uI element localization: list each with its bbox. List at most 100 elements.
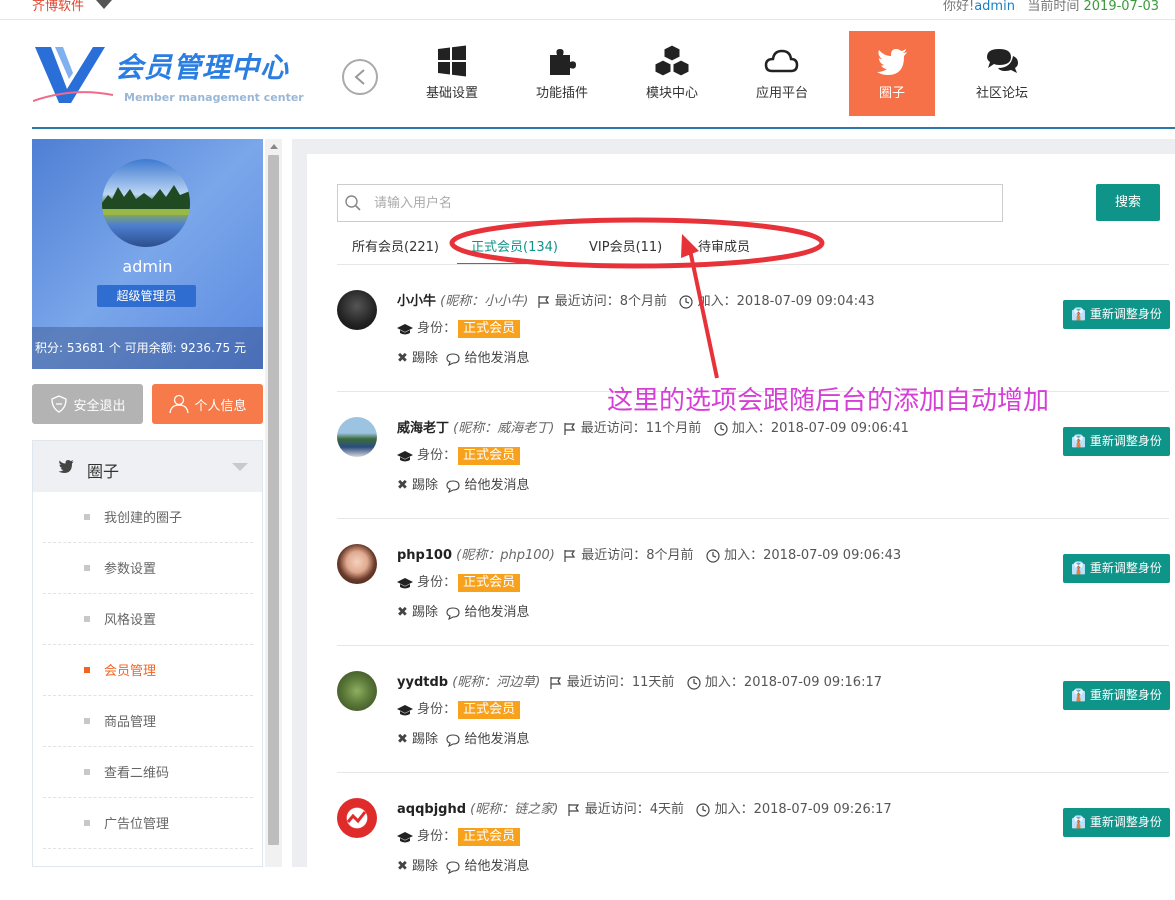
nav-item-circle[interactable]: 圈子 bbox=[849, 31, 935, 116]
bullet-icon bbox=[84, 718, 90, 724]
member-avatar[interactable] bbox=[337, 671, 377, 711]
message-link[interactable]: 给他发消息 bbox=[446, 478, 529, 493]
last-visit-value: 11天前 bbox=[631, 675, 675, 690]
brand-link[interactable]: 齐博软件 bbox=[32, 0, 84, 14]
graduation-cap-icon bbox=[397, 831, 413, 842]
kick-link[interactable]: ✖ 踢除 bbox=[397, 478, 438, 493]
member-name[interactable]: 威海老丁 bbox=[397, 421, 449, 436]
profile-name: admin bbox=[122, 257, 173, 276]
nav-item-plugins[interactable]: 功能插件 bbox=[519, 31, 605, 116]
kick-link[interactable]: ✖ 踢除 bbox=[397, 732, 438, 747]
adjust-role-button[interactable]: 👔 重新调整身份 bbox=[1063, 808, 1170, 837]
sidebar-item-params[interactable]: 参数设置 bbox=[43, 543, 253, 594]
last-visit-label: 最近访问： bbox=[584, 802, 650, 817]
bullet-icon bbox=[84, 820, 90, 826]
nav-label: 模块中心 bbox=[645, 86, 698, 101]
member-row: 小小牛 (昵称：小小牛) 最近访问：8个月前 加入：2018-07-09 09:… bbox=[337, 265, 1170, 392]
adjust-label: 重新调整身份 bbox=[1089, 561, 1162, 575]
member-avatar[interactable] bbox=[337, 290, 377, 330]
nav-item-modules[interactable]: 模块中心 bbox=[629, 31, 715, 116]
member-name[interactable]: aqqbjghd bbox=[397, 802, 466, 817]
chevron-left-icon bbox=[354, 69, 365, 85]
logout-label: 安全退出 bbox=[73, 398, 126, 414]
adjust-label: 重新调整身份 bbox=[1089, 815, 1162, 829]
menu-header[interactable]: 圈子 bbox=[33, 441, 262, 492]
search-box[interactable] bbox=[337, 184, 1003, 222]
sidebar-item-label: 查看二维码 bbox=[104, 766, 170, 781]
nav-label: 应用平台 bbox=[755, 86, 808, 101]
back-button[interactable] bbox=[342, 59, 378, 95]
kick-label: 踢除 bbox=[412, 605, 439, 620]
search-input[interactable] bbox=[374, 185, 994, 221]
message-link[interactable]: 给他发消息 bbox=[446, 351, 529, 366]
role-badge: 正式会员 bbox=[458, 574, 521, 592]
member-avatar[interactable] bbox=[337, 544, 377, 584]
sidebar-item-label: 会员管理 bbox=[104, 664, 157, 679]
logo-title: 会员管理中心 bbox=[115, 51, 290, 84]
nav-item-forum[interactable]: 社区论坛 bbox=[959, 31, 1045, 116]
logout-button[interactable]: 安全退出 bbox=[32, 384, 143, 424]
chevron-down-icon[interactable] bbox=[96, 0, 112, 9]
sidebar-item-qrcode[interactable]: 查看二维码 bbox=[43, 747, 253, 798]
member-info: yydtdb (昵称：河边草) 最近访问：11天前 加入：2018-07-09 … bbox=[397, 671, 882, 690]
member-avatar[interactable] bbox=[337, 798, 377, 838]
member-nickname: (昵称：php100) bbox=[456, 548, 555, 563]
logo[interactable]: 会员管理中心 Member management center bbox=[32, 43, 304, 109]
adjust-role-button[interactable]: 👔 重新调整身份 bbox=[1063, 300, 1170, 329]
last-visit-label: 最近访问： bbox=[581, 548, 647, 563]
kick-link[interactable]: ✖ 踢除 bbox=[397, 351, 438, 366]
sidebar-item-my-circles[interactable]: 我创建的圈子 bbox=[43, 492, 253, 543]
adjust-role-button[interactable]: 👔 重新调整身份 bbox=[1063, 427, 1170, 456]
bullet-icon bbox=[84, 616, 90, 622]
joined-label: 加入： bbox=[724, 548, 764, 563]
sidebar-item-members[interactable]: 会员管理 bbox=[43, 645, 253, 696]
sidebar-item-label: 广告位管理 bbox=[104, 817, 170, 832]
last-visit-value: 8个月前 bbox=[646, 548, 694, 563]
member-name[interactable]: yydtdb bbox=[397, 675, 448, 690]
member-avatar[interactable] bbox=[337, 417, 377, 457]
sidebar-scrollbar[interactable] bbox=[265, 139, 282, 867]
close-icon: ✖ bbox=[397, 732, 408, 747]
profile-card: admin 超级管理员 积分: 53681 个 可用余额: 9236.75 元 bbox=[32, 139, 263, 369]
scroll-up-icon[interactable] bbox=[270, 144, 278, 149]
sidebar-item-products[interactable]: 商品管理 bbox=[43, 696, 253, 747]
member-identity: 身份： 正式会员 bbox=[397, 571, 521, 592]
member-name[interactable]: 小小牛 bbox=[397, 294, 436, 309]
member-row: php100 (昵称：php100) 最近访问：8个月前 加入：2018-07-… bbox=[337, 519, 1170, 646]
greeting-prefix: 你好! bbox=[943, 0, 975, 14]
nav-item-app-platform[interactable]: 应用平台 bbox=[739, 31, 825, 116]
bullet-icon bbox=[84, 769, 90, 775]
bullet-icon bbox=[84, 565, 90, 571]
chevron-down-icon[interactable] bbox=[232, 463, 248, 471]
nav-item-basic-settings[interactable]: 基础设置 bbox=[409, 31, 495, 116]
puzzle-icon bbox=[550, 49, 576, 75]
sidebar-item-label: 风格设置 bbox=[104, 613, 157, 628]
tab-pending-members[interactable]: 待审成员 bbox=[698, 236, 750, 265]
tab-vip-members[interactable]: VIP会员(11) bbox=[589, 236, 662, 265]
avatar[interactable] bbox=[102, 159, 190, 247]
twitter-icon bbox=[877, 49, 907, 75]
adjust-role-button[interactable]: 👔 重新调整身份 bbox=[1063, 681, 1170, 710]
sidebar-item-ads[interactable]: 广告位管理 bbox=[43, 798, 253, 849]
flag-icon bbox=[564, 549, 576, 562]
personal-info-button[interactable]: 个人信息 bbox=[152, 384, 263, 424]
joined-label: 加入： bbox=[704, 675, 744, 690]
username-link[interactable]: admin bbox=[974, 0, 1015, 14]
message-link[interactable]: 给他发消息 bbox=[446, 732, 529, 747]
kick-label: 踢除 bbox=[412, 478, 439, 493]
cubes-icon bbox=[654, 44, 690, 77]
member-nickname: (昵称：威海老丁) bbox=[453, 421, 555, 436]
kick-link[interactable]: ✖ 踢除 bbox=[397, 605, 438, 620]
sidebar-item-style[interactable]: 风格设置 bbox=[43, 594, 253, 645]
scroll-thumb[interactable] bbox=[268, 155, 279, 845]
tab-official-members[interactable]: 正式会员(134) bbox=[457, 236, 572, 265]
bullet-icon bbox=[84, 514, 90, 520]
adjust-role-button[interactable]: 👔 重新调整身份 bbox=[1063, 554, 1170, 583]
search-button[interactable]: 搜索 bbox=[1096, 184, 1160, 221]
member-name[interactable]: php100 bbox=[397, 548, 452, 563]
message-link[interactable]: 给他发消息 bbox=[446, 605, 529, 620]
member-nickname: (昵称：河边草) bbox=[452, 675, 541, 690]
message-label: 给他发消息 bbox=[464, 478, 530, 493]
logo-v-icon bbox=[32, 47, 114, 103]
tab-all-members[interactable]: 所有会员(221) bbox=[352, 236, 439, 265]
